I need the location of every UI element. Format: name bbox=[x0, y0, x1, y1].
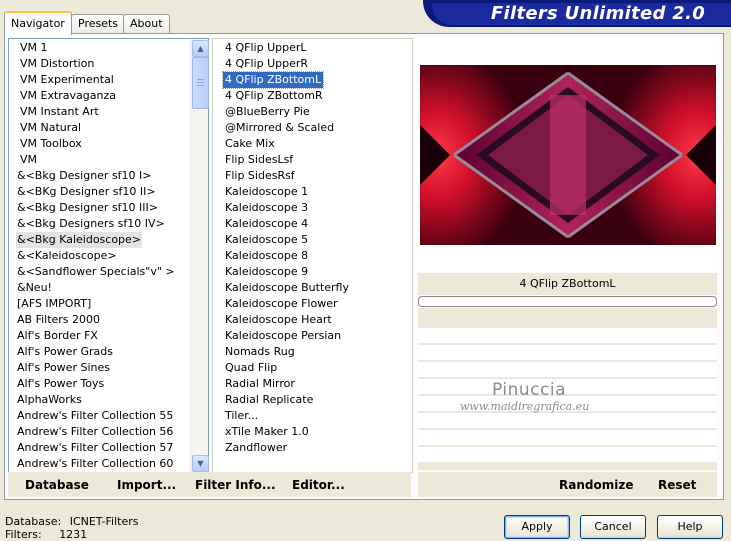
filter-item[interactable]: Tiler... bbox=[223, 408, 260, 424]
tab-navigator[interactable]: Navigator bbox=[4, 11, 72, 35]
filter-item[interactable]: Kaleidoscope 1 bbox=[223, 184, 310, 200]
filter-item[interactable]: Flip SidesLsf bbox=[223, 152, 295, 168]
parameter-slot bbox=[418, 362, 717, 377]
category-scrollbar[interactable]: ▲ ▼ bbox=[190, 39, 209, 472]
category-item[interactable]: VM 1 bbox=[19, 40, 49, 56]
category-item[interactable]: VM Instant Art bbox=[19, 104, 100, 120]
filter-item[interactable]: Flip SidesRsf bbox=[223, 168, 297, 184]
preview-filter-name: 4 QFlip ZBottomL bbox=[418, 273, 717, 295]
category-item[interactable]: [AFS IMPORT] bbox=[16, 296, 92, 312]
filter-item[interactable]: 4 QFlip ZBottomL bbox=[221, 71, 325, 89]
filter-item[interactable]: Kaleidoscope Heart bbox=[223, 312, 334, 328]
randomize-button[interactable]: Randomize bbox=[559, 478, 633, 492]
app-title: Filters Unlimited 2.0 bbox=[490, 3, 706, 24]
watermark-url: www.maidiregrafica.eu bbox=[460, 400, 590, 413]
category-item[interactable]: &<Bkg Designer sf10 I> bbox=[16, 168, 153, 184]
parameter-area bbox=[418, 308, 717, 470]
filter-item[interactable]: Kaleidoscope 9 bbox=[223, 264, 310, 280]
editor-button[interactable]: Editor... bbox=[292, 478, 345, 492]
tab-about[interactable]: About bbox=[123, 14, 170, 33]
filter-item[interactable]: Radial Mirror bbox=[223, 376, 297, 392]
parameter-slot bbox=[418, 430, 717, 445]
category-item[interactable]: &<BKg Designer sf10 II> bbox=[16, 184, 157, 200]
database-value: ICNET-Filters bbox=[69, 515, 139, 528]
database-status: Database: ICNET-Filters bbox=[5, 515, 138, 528]
grip-line bbox=[197, 79, 204, 80]
filter-item[interactable]: Kaleidoscope 3 bbox=[223, 200, 310, 216]
category-item[interactable]: VM Distortion bbox=[19, 56, 95, 72]
category-item[interactable]: Andrew's Filter Collection 56 bbox=[16, 424, 174, 440]
grip-line bbox=[197, 85, 204, 86]
preview-image bbox=[420, 65, 716, 245]
import-button[interactable]: Import... bbox=[117, 478, 176, 492]
filter-item[interactable]: Radial Replicate bbox=[223, 392, 315, 408]
filter-item[interactable]: Kaleidoscope Persian bbox=[223, 328, 343, 344]
filter-item[interactable]: @BlueBerry Pie bbox=[223, 104, 312, 120]
category-item[interactable]: AB Filters 2000 bbox=[16, 312, 101, 328]
scroll-down-arrow-icon[interactable]: ▼ bbox=[192, 455, 209, 472]
filter-info-button[interactable]: Filter Info... bbox=[195, 478, 276, 492]
parameter-slot bbox=[418, 328, 717, 343]
watermark-name: Pinuccia bbox=[492, 380, 566, 400]
category-item[interactable]: Alf's Border FX bbox=[16, 328, 99, 344]
filter-item[interactable]: Kaleidoscope 4 bbox=[223, 216, 310, 232]
category-item[interactable]: &<Bkg Designers sf10 IV> bbox=[16, 216, 166, 232]
category-item[interactable]: &<Sandflower Specials"v" > bbox=[16, 264, 176, 280]
cancel-button[interactable]: Cancel bbox=[580, 515, 646, 539]
help-button[interactable]: Help bbox=[657, 515, 723, 539]
category-item[interactable]: &Neu! bbox=[16, 280, 53, 296]
filter-item[interactable]: xTile Maker 1.0 bbox=[223, 424, 311, 440]
filter-item[interactable]: Kaleidoscope 8 bbox=[223, 248, 310, 264]
filter-list[interactable]: 4 QFlip UpperL 4 QFlip UpperR 4 QFlip ZBot… bbox=[212, 38, 413, 473]
scroll-up-arrow-icon[interactable]: ▲ bbox=[192, 40, 209, 57]
category-item[interactable]: Alf's Power Sines bbox=[16, 360, 111, 376]
progress-bar bbox=[418, 296, 717, 307]
category-item[interactable]: Alf's Power Grads bbox=[16, 344, 114, 360]
category-item[interactable]: &<Bkg Kaleidoscope> bbox=[16, 232, 143, 248]
reset-button[interactable]: Reset bbox=[658, 478, 696, 492]
filters-value: 1231 bbox=[59, 528, 88, 541]
category-item[interactable]: Andrew's Filter Collection 57 bbox=[16, 440, 174, 456]
filter-item[interactable]: @Mirrored & Scaled bbox=[223, 120, 336, 136]
filter-item[interactable]: Nomads Rug bbox=[223, 344, 297, 360]
apply-button[interactable]: Apply bbox=[504, 515, 570, 539]
filter-item[interactable]: 4 QFlip UpperR bbox=[223, 56, 310, 72]
parameter-slot bbox=[418, 413, 717, 428]
category-item[interactable]: &<Bkg Designer sf10 III> bbox=[16, 200, 159, 216]
category-item[interactable]: &<Kaleidoscope> bbox=[16, 248, 118, 264]
grip-line bbox=[197, 82, 204, 83]
database-label: Database: bbox=[5, 515, 62, 528]
parameter-slot bbox=[418, 379, 717, 394]
filter-item[interactable]: Kaleidoscope Flower bbox=[223, 296, 340, 312]
parameter-slot bbox=[418, 345, 717, 360]
category-item[interactable]: VM Toolbox bbox=[19, 136, 83, 152]
filter-item[interactable]: 4 QFlip ZBottomR bbox=[223, 88, 325, 104]
category-item[interactable]: Alf's Power Toys bbox=[16, 376, 105, 392]
scroll-thumb[interactable] bbox=[192, 57, 209, 109]
filter-item[interactable]: Quad Flip bbox=[223, 360, 279, 376]
filters-label: Filters: bbox=[5, 528, 42, 541]
category-item[interactable]: VM Natural bbox=[19, 120, 82, 136]
parameter-slot bbox=[418, 447, 717, 462]
filter-item[interactable]: Kaleidoscope 5 bbox=[223, 232, 310, 248]
filter-item[interactable]: 4 QFlip UpperL bbox=[223, 40, 309, 56]
category-item[interactable]: VM Experimental bbox=[19, 72, 115, 88]
filter-item[interactable]: Zandflower bbox=[223, 440, 289, 456]
tab-presets[interactable]: Presets bbox=[71, 14, 126, 33]
category-list[interactable]: VM 1 VM Distortion VM Experimental VM Extra… bbox=[8, 38, 209, 473]
category-items: VM 1 VM Distortion VM Experimental VM Extra… bbox=[9, 39, 190, 472]
category-item[interactable]: AlphaWorks bbox=[16, 392, 83, 408]
database-button[interactable]: Database bbox=[25, 478, 89, 492]
category-item[interactable]: Andrew's Filter Collection 60 bbox=[16, 456, 174, 472]
category-item[interactable]: VM bbox=[19, 152, 38, 168]
filter-item[interactable]: Kaleidoscope Butterfly bbox=[223, 280, 351, 296]
filter-item[interactable]: Cake Mix bbox=[223, 136, 277, 152]
category-item[interactable]: Andrew's Filter Collection 55 bbox=[16, 408, 174, 424]
category-item[interactable]: VM Extravaganza bbox=[19, 88, 117, 104]
filters-status: Filters: 1231 bbox=[5, 528, 87, 541]
